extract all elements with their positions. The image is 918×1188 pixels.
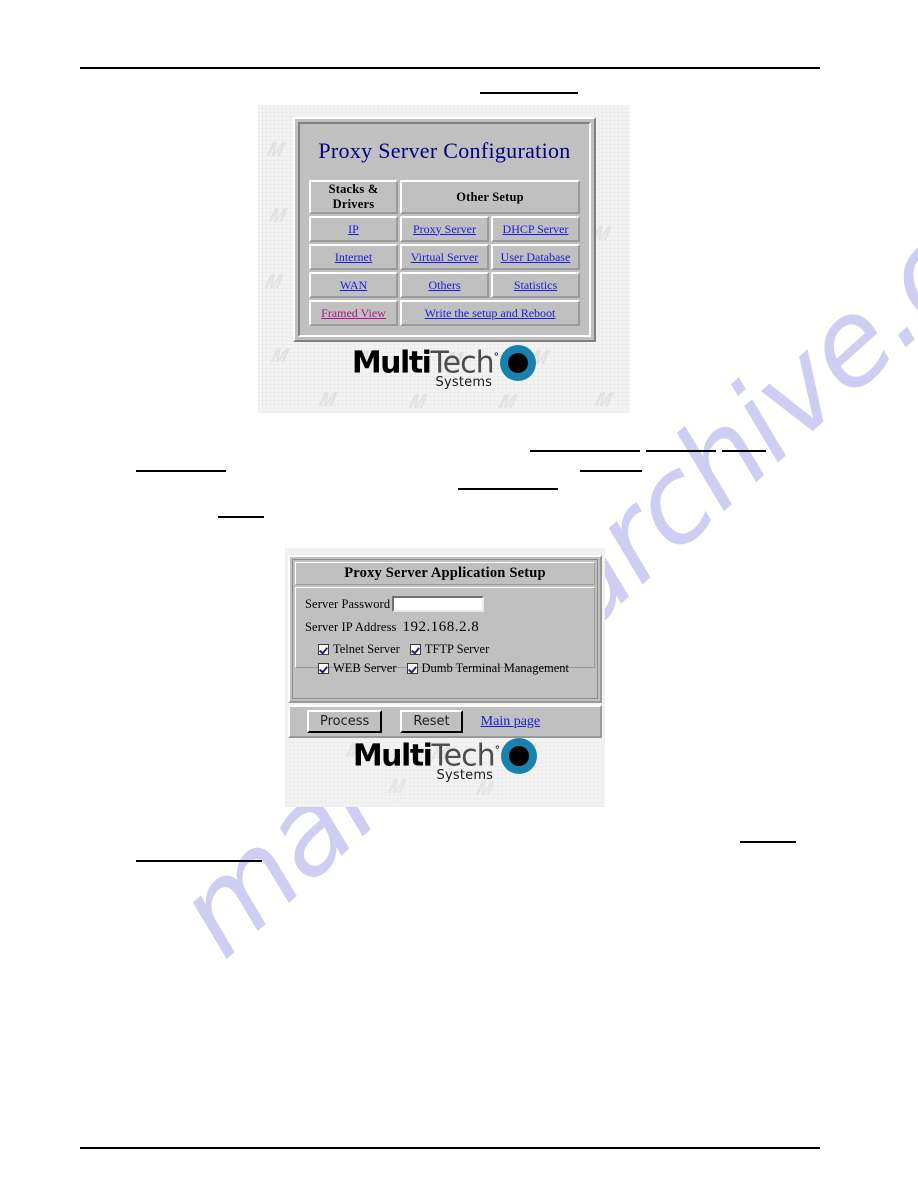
checkbox-row-1: Telnet Server TFTP Server xyxy=(305,640,594,659)
server-password-label: Server Password xyxy=(305,596,391,611)
background-m-watermark: 𝑴 xyxy=(264,271,281,293)
redacted-underline xyxy=(740,841,796,843)
setup-form-panel: Proxy Server Application Setup Server Pa… xyxy=(288,555,602,703)
reset-button[interactable]: Reset xyxy=(400,710,463,733)
form-title: Proxy Server Application Setup xyxy=(295,562,595,585)
link-dhcp-server[interactable]: DHCP Server xyxy=(503,222,569,236)
link-write-setup-and-reboot[interactable]: Write the setup and Reboot xyxy=(425,306,556,320)
table-row: Stacks & Drivers Other Setup xyxy=(309,180,580,214)
background-m-watermark: 𝑴 xyxy=(268,205,285,227)
config-panel-inner: Proxy Server Configuration Stacks & Driv… xyxy=(298,122,591,337)
redacted-underline xyxy=(646,450,716,452)
column-header-stacks-drivers: Stacks & Drivers xyxy=(309,180,398,214)
form-button-bar: Process Reset Main page xyxy=(288,705,602,738)
checkbox-web-server[interactable] xyxy=(318,663,329,674)
table-row: IP Proxy Server DHCP Server xyxy=(309,216,580,242)
cell-internet[interactable]: Internet xyxy=(309,244,398,270)
header-rule xyxy=(80,67,820,69)
table-row: Framed View Write the setup and Reboot xyxy=(309,300,580,326)
server-ip-address-value: 192.168.2.8 xyxy=(402,618,480,635)
link-ip[interactable]: IP xyxy=(348,222,359,236)
link-framed-view[interactable]: Framed View xyxy=(321,306,386,320)
background-m-watermark: 𝑴 xyxy=(387,776,404,798)
table-row: WAN Others Statistics xyxy=(309,272,580,298)
logo-multi-text: Multi xyxy=(352,738,433,774)
cell-user-database[interactable]: User Database xyxy=(491,244,580,270)
background-m-watermark: 𝑴 xyxy=(594,389,611,411)
config-menu-table: Stacks & Drivers Other Setup IP Proxy Se… xyxy=(307,178,582,328)
logo-systems-text: Systems xyxy=(435,375,493,390)
cell-dhcp-server[interactable]: DHCP Server xyxy=(491,216,580,242)
setup-form-inner: Proxy Server Application Setup Server Pa… xyxy=(292,559,598,699)
redacted-underline xyxy=(480,92,578,94)
background-m-watermark: 𝑴 xyxy=(498,391,515,413)
link-virtual-server[interactable]: Virtual Server xyxy=(411,250,479,264)
multitech-logo-container: MultiTech° Systems xyxy=(285,738,605,783)
redacted-underline xyxy=(530,450,640,452)
checkbox-label-telnet-server: Telnet Server xyxy=(333,642,400,656)
server-ip-address-label: Server IP Address xyxy=(305,619,397,634)
multitech-systems-logo: MultiTech° Systems xyxy=(352,738,538,783)
config-panel: Proxy Server Configuration Stacks & Driv… xyxy=(293,117,596,342)
cell-others[interactable]: Others xyxy=(400,272,489,298)
cell-write-setup-reboot[interactable]: Write the setup and Reboot xyxy=(400,300,580,326)
checkbox-tftp-server[interactable] xyxy=(409,644,421,655)
checkbox-telnet-server[interactable] xyxy=(318,644,329,655)
main-page-link[interactable]: Main page xyxy=(481,714,540,730)
link-statistics[interactable]: Statistics xyxy=(514,278,557,292)
logo-registered-icon: ° xyxy=(494,743,501,757)
logo-ring-icon xyxy=(500,345,537,381)
multitech-logo-container: MultiTech° Systems xyxy=(258,345,630,390)
logo-ring-icon xyxy=(501,738,538,774)
background-m-watermark: 𝑴 xyxy=(318,389,335,411)
footer-rule xyxy=(80,1147,820,1149)
redacted-underline xyxy=(458,488,558,490)
multitech-systems-logo: MultiTech° Systems xyxy=(351,345,537,390)
checkbox-dumb-terminal-management[interactable] xyxy=(406,663,418,674)
logo-registered-icon: ° xyxy=(493,350,500,364)
proxy-server-configuration-figure: 𝑴 𝑴 𝑴 𝑴 𝑴 𝑴 𝑴 𝑴 𝑴 𝑴 𝑴 𝑴 Proxy Server Con… xyxy=(258,105,630,413)
background-m-watermark: 𝑴 xyxy=(408,391,425,413)
logo-systems-text: Systems xyxy=(436,768,494,783)
server-ip-address-row: Server IP Address 192.168.2.8 xyxy=(305,617,594,637)
logo-multi-text: Multi xyxy=(351,345,432,381)
redacted-underline xyxy=(136,860,262,862)
cell-wan[interactable]: WAN xyxy=(309,272,398,298)
cell-proxy-server[interactable]: Proxy Server xyxy=(400,216,489,242)
process-button[interactable]: Process xyxy=(307,710,383,733)
redacted-underline xyxy=(136,470,226,472)
redacted-underline xyxy=(722,450,766,452)
checkbox-label-dumb-terminal-management: Dumb Terminal Management xyxy=(421,661,569,675)
checkbox-label-web-server: WEB Server xyxy=(333,661,397,675)
link-user-database[interactable]: User Database xyxy=(501,250,571,264)
link-others[interactable]: Others xyxy=(429,278,461,292)
server-password-input[interactable] xyxy=(392,596,485,612)
link-wan[interactable]: WAN xyxy=(340,278,367,292)
proxy-server-application-setup-figure: 𝑴 𝑴 𝑴 𝑴 𝑴 Proxy Server Application Setup… xyxy=(285,548,605,807)
background-m-watermark: 𝑴 xyxy=(266,139,283,161)
server-password-row: Server Password xyxy=(305,594,594,614)
cell-statistics[interactable]: Statistics xyxy=(491,272,580,298)
checkbox-row-2: WEB Server Dumb Terminal Management xyxy=(305,659,594,678)
checkbox-label-tftp-server: TFTP Server xyxy=(424,642,490,656)
cell-virtual-server[interactable]: Virtual Server xyxy=(400,244,489,270)
table-row: Internet Virtual Server User Database xyxy=(309,244,580,270)
form-body: Server Password Server IP Address 192.16… xyxy=(295,587,595,675)
redacted-underline xyxy=(580,470,642,472)
page-title: Proxy Server Configuration xyxy=(318,138,571,163)
redacted-underline xyxy=(218,516,264,518)
column-header-other-setup: Other Setup xyxy=(400,180,580,214)
cell-framed-view[interactable]: Framed View xyxy=(309,300,398,326)
link-internet[interactable]: Internet xyxy=(335,250,372,264)
link-proxy-server[interactable]: Proxy Server xyxy=(413,222,476,236)
cell-ip[interactable]: IP xyxy=(309,216,398,242)
